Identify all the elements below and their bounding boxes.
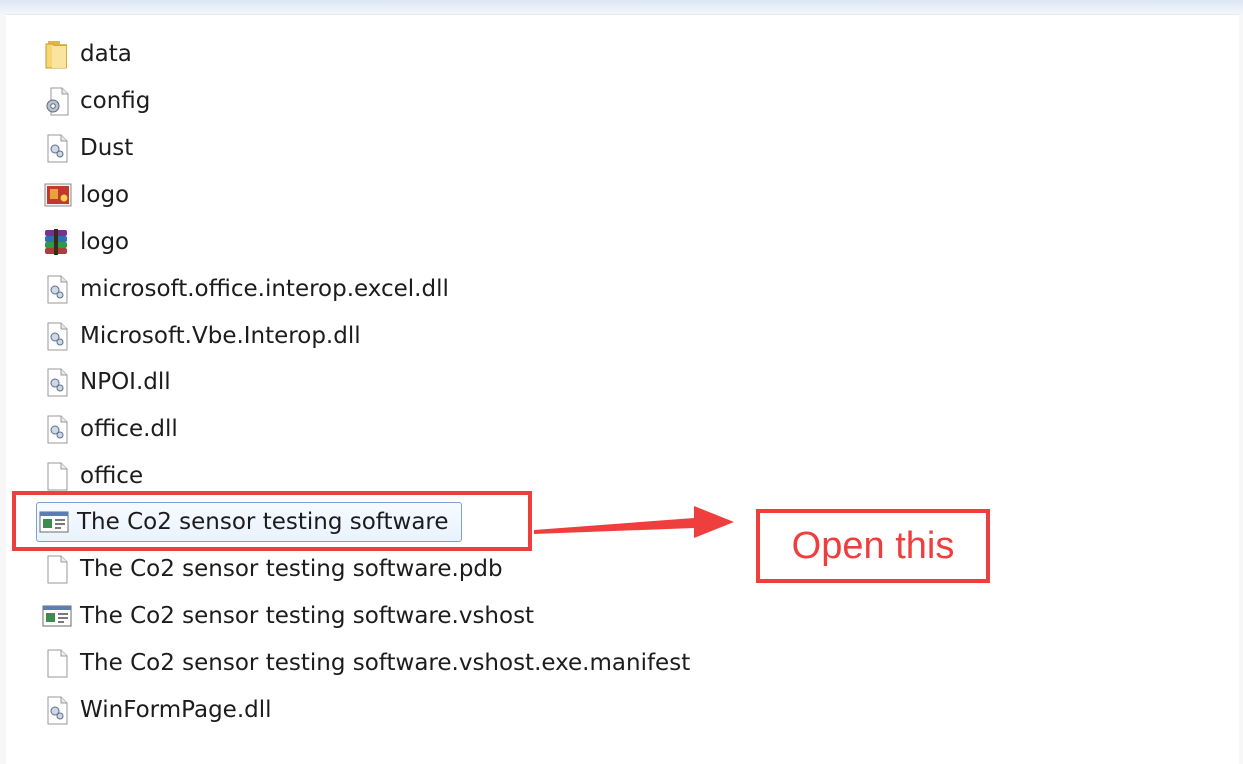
application-icon [40,598,74,634]
winrar-archive-icon [40,224,74,260]
file-item-vbe-interop-dll[interactable]: Microsoft.Vbe.Interop.dll [40,316,361,356]
file-name: data [80,40,132,67]
file-name: config [80,87,151,114]
right-border [1239,14,1243,764]
dll-file-icon [40,692,74,728]
file-name: office.dll [80,415,178,442]
file-name: Microsoft.Vbe.Interop.dll [80,322,361,349]
folder-icon [40,36,74,72]
blank-file-icon [40,458,74,494]
file-item-office-dll[interactable]: office.dll [40,409,178,449]
file-name: The Co2 sensor testing software.vshost [80,602,535,629]
file-name: The Co2 sensor testing software.vshost.e… [80,649,691,676]
file-item-office[interactable]: office [40,456,143,496]
file-name: office [80,462,144,489]
open-this-callout: Open this [756,509,990,583]
left-border [0,14,6,764]
blank-file-icon [40,645,74,681]
callout-text: Open this [791,524,955,567]
file-name: Dust [80,134,134,161]
file-item-dust[interactable]: Dust [40,128,133,168]
image-file-icon [40,177,74,213]
file-item-logo-archive[interactable]: logo [40,222,129,262]
file-item-co2-software-pdb[interactable]: The Co2 sensor testing software.pdb [40,549,503,589]
dll-file-icon [40,130,74,166]
file-item-config[interactable]: config [40,81,150,121]
file-item-winformpage-dll[interactable]: WinFormPage.dll [40,690,272,730]
file-name: logo [80,181,130,208]
file-item-data[interactable]: data [40,34,132,74]
file-item-npoi-dll[interactable]: NPOI.dll [40,362,171,402]
file-item-excel-interop-dll[interactable]: microsoft.office.interop.excel.dll [40,269,449,309]
window-top-bar [0,0,1243,15]
dll-file-icon [40,364,74,400]
file-name: NPOI.dll [80,368,171,395]
file-item-logo-image[interactable]: logo [40,175,129,215]
arrow-icon [534,506,734,538]
dll-file-icon [40,318,74,354]
file-name: microsoft.office.interop.excel.dll [80,275,449,302]
file-name: The Co2 sensor testing software.pdb [80,555,503,582]
config-file-icon [40,83,74,119]
file-name: WinFormPage.dll [80,696,272,723]
file-item-co2-software-vshost[interactable]: The Co2 sensor testing software.vshost [40,596,534,636]
blank-file-icon [40,551,74,587]
file-item-co2-software-manifest[interactable]: The Co2 sensor testing software.vshost.e… [40,643,690,683]
file-name: logo [80,228,130,255]
highlight-rectangle [12,491,532,551]
dll-file-icon [40,411,74,447]
dll-file-icon [40,271,74,307]
